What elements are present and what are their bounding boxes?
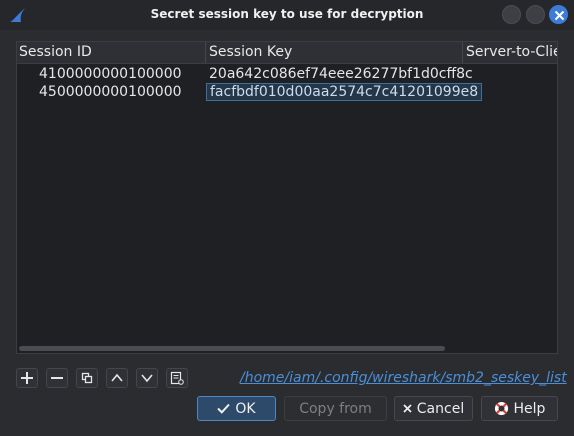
help-label: Help bbox=[513, 400, 546, 417]
lifebuoy-icon bbox=[494, 401, 508, 416]
move-down-button[interactable] bbox=[136, 368, 158, 388]
seskey-file-link[interactable]: /home/iam/.config/wireshark/smb2_seskey_… bbox=[240, 370, 567, 386]
remove-icon bbox=[51, 377, 63, 379]
maximize-button[interactable] bbox=[526, 5, 545, 24]
column-header-session-id[interactable]: Session ID bbox=[17, 42, 206, 63]
minimize-button[interactable] bbox=[502, 5, 521, 24]
cancel-label: Cancel bbox=[416, 400, 465, 417]
clear-button[interactable] bbox=[166, 368, 188, 388]
move-up-button[interactable] bbox=[106, 368, 128, 388]
ok-label: OK bbox=[235, 400, 256, 417]
copy-from-button[interactable]: Copy from bbox=[284, 396, 387, 421]
session-id-cell[interactable]: 4100000000100000 bbox=[39, 65, 182, 83]
column-header-session-key[interactable]: Session Key bbox=[206, 42, 463, 63]
cancel-x-icon bbox=[403, 404, 412, 413]
ok-button[interactable]: OK bbox=[197, 396, 276, 421]
session-key-table[interactable]: Session ID Session Key Server-to-Clie 41… bbox=[16, 41, 558, 354]
session-id-cell[interactable]: 4500000000100000 bbox=[39, 83, 182, 101]
table-row-selected[interactable]: 4500000000100000 facfbdf010d00aa2574c7c4… bbox=[17, 83, 557, 101]
checkmark-icon bbox=[217, 403, 231, 414]
title-bar: Secret session key to use for decryption bbox=[0, 0, 574, 30]
clear-icon bbox=[170, 371, 184, 385]
close-button[interactable] bbox=[549, 5, 568, 24]
add-icon bbox=[21, 372, 33, 384]
close-icon bbox=[554, 10, 565, 21]
move-up-icon bbox=[111, 373, 123, 382]
copy-icon bbox=[81, 372, 93, 384]
copy-button[interactable] bbox=[76, 368, 98, 388]
table-header: Session ID Session Key Server-to-Clie bbox=[17, 42, 557, 64]
remove-button[interactable] bbox=[46, 368, 68, 388]
add-button[interactable] bbox=[16, 368, 38, 388]
session-key-cell-editing[interactable]: facfbdf010d00aa2574c7c41201099e8 bbox=[206, 83, 483, 101]
horizontal-scrollbar[interactable] bbox=[19, 346, 445, 351]
copy-from-label: Copy from bbox=[299, 400, 372, 417]
column-header-server-to-client[interactable]: Server-to-Clie bbox=[463, 42, 557, 63]
help-button[interactable]: Help bbox=[481, 396, 558, 421]
move-down-icon bbox=[141, 374, 153, 383]
table-row[interactable]: 4100000000100000 20a642c086ef74eee26277b… bbox=[17, 65, 557, 83]
window-title: Secret session key to use for decryption bbox=[150, 7, 424, 21]
session-key-cell[interactable]: 20a642c086ef74eee26277bf1d0cff8c bbox=[209, 65, 473, 83]
cancel-button[interactable]: Cancel bbox=[394, 396, 473, 421]
